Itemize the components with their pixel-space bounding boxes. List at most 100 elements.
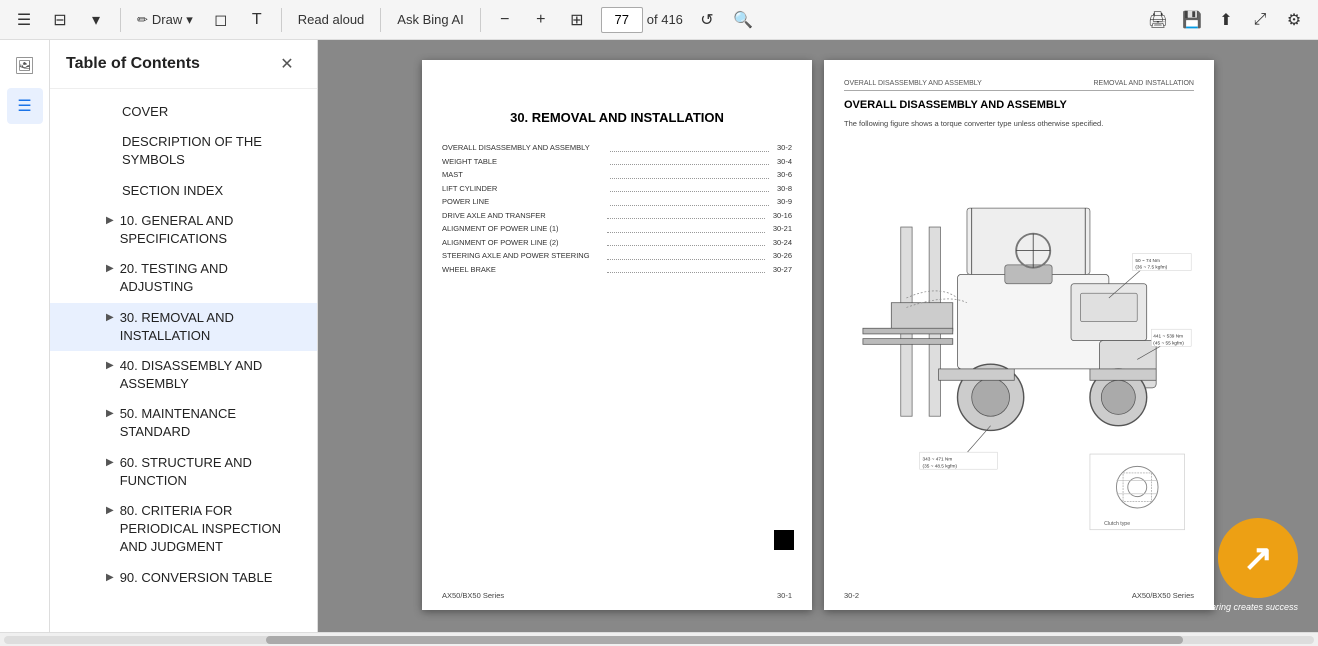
horizontal-scrollbar[interactable] <box>4 636 1314 644</box>
search-button[interactable]: 🔍 <box>727 4 759 36</box>
page2-header: OVERALL DISASSEMBLY AND ASSEMBLY REMOVAL… <box>844 80 1194 91</box>
rotate-button[interactable]: ↺ <box>691 4 723 36</box>
erase-button[interactable]: ◻ <box>205 4 237 36</box>
print-button[interactable]: 🖨 <box>1142 4 1174 36</box>
toc-item-3[interactable]: ▶10. GENERAL AND SPECIFICATIONS <box>50 206 317 254</box>
zoom-out-button[interactable]: − <box>489 4 521 36</box>
ask-bing-label: Ask Bing AI <box>397 12 463 27</box>
toc-entry: WHEEL BRAKE30-27 <box>442 263 792 277</box>
sidebar-thumbnail-button[interactable]: 🖼 <box>7 48 43 84</box>
toc-item-9[interactable]: ▶80. CRITERIA FOR PERIODICAL INSPECTION … <box>50 496 317 563</box>
share-button[interactable]: ⬆ <box>1210 4 1242 36</box>
bookmark-button[interactable]: ⊟ <box>44 4 76 36</box>
sidebar-panel: 🖼 ☰ Table of Contents ✕ COVER DESCRIPTION… <box>0 40 317 632</box>
page1-toc-table: OVERALL DISASSEMBLY AND ASSEMBLY30-2WEIG… <box>442 141 792 276</box>
watermark-arrow-icon: ↗ <box>1243 537 1273 579</box>
toc-entry-dots <box>610 141 770 152</box>
pdf-page-2: OVERALL DISASSEMBLY AND ASSEMBLY REMOVAL… <box>824 60 1214 610</box>
zoom-out-icon: − <box>500 11 509 29</box>
toc-entry-page: 30-16 <box>773 209 792 223</box>
ask-bing-button[interactable]: Ask Bing AI <box>389 4 471 36</box>
toc-item-5[interactable]: ▶30. REMOVAL AND INSTALLATION <box>50 303 317 351</box>
toc-item-7[interactable]: ▶50. MAINTENANCE STANDARD <box>50 399 317 447</box>
toc-entry: DRIVE AXLE AND TRANSFER 30-16 <box>442 209 792 223</box>
search-icon: 🔍 <box>733 10 753 30</box>
toc-item-2[interactable]: SECTION INDEX <box>50 176 317 206</box>
toc-item-6[interactable]: ▶40. DISASSEMBLY AND ASSEMBLY <box>50 351 317 399</box>
pdf-page-1: 30. REMOVAL AND INSTALLATION OVERALL DIS… <box>422 60 812 610</box>
toolbar: ☰ ⊟ ▾ ✏ Draw ▾ ◻ T Read aloud Ask Bing A… <box>0 0 1318 40</box>
fullscreen-button[interactable]: ⤢ <box>1244 4 1276 36</box>
toc-item-label-4: 20. TESTING AND ADJUSTING <box>120 260 301 296</box>
toc-entry-dots <box>610 168 770 179</box>
toc-entry: POWER LINE30-9 <box>442 195 792 209</box>
toc-entry: WEIGHT TABLE30-4 <box>442 155 792 169</box>
sidebar-content: Table of Contents ✕ COVER DESCRIPTION OF … <box>50 40 317 632</box>
toc-item-4[interactable]: ▶ 20. TESTING AND ADJUSTING <box>50 254 317 302</box>
menu-button[interactable]: ☰ <box>8 4 40 36</box>
fit-page-button[interactable]: ⊞ <box>561 4 593 36</box>
settings-button[interactable]: ⚙ <box>1278 4 1310 36</box>
page1-footer-right: 30-1 <box>777 591 792 600</box>
toc-arrow-icon: ▶ <box>106 262 114 276</box>
toc-entry-label: POWER LINE <box>442 195 602 209</box>
toc-arrow-icon: ▶ <box>106 456 114 470</box>
toc-icon: ☰ <box>17 96 31 116</box>
bookmark-dropdown-button[interactable]: ▾ <box>80 4 112 36</box>
toc-entry-dots <box>610 155 770 166</box>
zoom-in-button[interactable]: + <box>525 4 557 36</box>
page-number-input[interactable] <box>601 7 643 33</box>
sidebar-toc-button[interactable]: ☰ <box>7 88 43 124</box>
erase-icon: ◻ <box>214 10 227 30</box>
sidebar-close-button[interactable]: ✕ <box>273 50 301 78</box>
svg-text:(45 ~ 55 kgfm): (45 ~ 55 kgfm) <box>1153 340 1184 346</box>
close-icon: ✕ <box>280 54 293 74</box>
divider-2 <box>281 8 282 32</box>
page2-header-right: REMOVAL AND INSTALLATION <box>1094 80 1195 87</box>
toc-entry-label: OVERALL DISASSEMBLY AND ASSEMBLY <box>442 141 602 155</box>
page-thumb-marker <box>774 530 794 550</box>
toc-arrow-icon: ▶ <box>106 571 114 585</box>
share-icon: ⬆ <box>1219 10 1232 30</box>
text-button[interactable]: T <box>241 4 273 36</box>
toc-item-8[interactable]: ▶ 60. STRUCTURE AND FUNCTION <box>50 448 317 496</box>
page-navigation: of 416 <box>601 7 683 33</box>
read-aloud-button[interactable]: Read aloud <box>290 4 373 36</box>
toc-entry-dots <box>607 236 764 247</box>
draw-chevron-icon: ▾ <box>186 12 193 28</box>
toc-item-label-1: DESCRIPTION OF THE SYMBOLS <box>122 133 301 169</box>
toc-item-0[interactable]: COVER <box>50 97 317 127</box>
page2-footer-left: 30-2 <box>844 591 859 600</box>
sidebar-header: Table of Contents ✕ <box>50 40 317 89</box>
toc-arrow-icon: ▶ <box>106 311 114 325</box>
thumbnail-icon: 🖼 <box>14 56 34 76</box>
draw-button[interactable]: ✏ Draw ▾ <box>129 4 201 36</box>
page2-footer-right: AX50/BX50 Series <box>1132 591 1194 600</box>
draw-label: Draw <box>152 12 182 27</box>
content-area[interactable]: 30. REMOVAL AND INSTALLATION OVERALL DIS… <box>318 40 1318 632</box>
toc-list: COVER DESCRIPTION OF THE SYMBOLS SECTION I… <box>50 89 317 632</box>
toc-arrow-icon: ▶ <box>106 359 114 373</box>
toc-entry-page: 30-6 <box>777 168 792 182</box>
toc-item-label-2: SECTION INDEX <box>122 182 301 200</box>
toc-entry-dots <box>607 222 764 233</box>
toc-item-1[interactable]: DESCRIPTION OF THE SYMBOLS <box>50 127 317 175</box>
scrollbar-thumb[interactable] <box>266 636 1183 644</box>
draw-icon: ✏ <box>137 12 148 28</box>
page2-header-left: OVERALL DISASSEMBLY AND ASSEMBLY <box>844 80 982 87</box>
toc-entry-label: WHEEL BRAKE <box>442 263 599 277</box>
save-button[interactable]: 💾 <box>1176 4 1208 36</box>
fit-page-icon: ⊞ <box>570 10 583 30</box>
text-icon: T <box>252 11 262 29</box>
toc-entry-label: DRIVE AXLE AND TRANSFER <box>442 209 599 223</box>
chevron-down-icon: ▾ <box>92 10 100 30</box>
page2-subtitle: The following figure shows a torque conv… <box>844 119 1194 128</box>
toc-entry-dots <box>607 249 764 260</box>
toc-item-10[interactable]: ▶90. CONVERSION TABLE <box>50 563 317 593</box>
toc-item-label-8: 60. STRUCTURE AND FUNCTION <box>120 454 301 490</box>
settings-icon: ⚙ <box>1287 10 1301 30</box>
toc-entry-page: 30-26 <box>773 249 792 263</box>
toc-arrow-icon: ▶ <box>106 504 114 518</box>
zoom-in-icon: + <box>536 11 545 29</box>
toc-entry: OVERALL DISASSEMBLY AND ASSEMBLY30-2 <box>442 141 792 155</box>
